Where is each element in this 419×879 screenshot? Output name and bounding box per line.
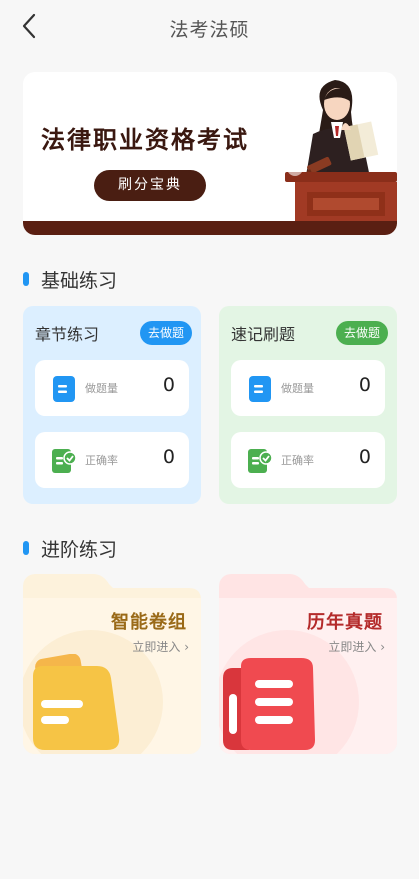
stat-question-count: 做题量 0 (231, 360, 385, 416)
stat-value: 0 (358, 374, 371, 396)
stat-value: 0 (162, 446, 175, 468)
enter-link[interactable]: 立即进入 › (132, 638, 189, 655)
checklist-icon (248, 449, 272, 473)
folder-icon (33, 654, 120, 750)
card-title: 智能卷组 (111, 612, 187, 633)
advanced-section-title: 进阶练习 (41, 538, 118, 561)
card-title: 章节练习 (35, 325, 100, 344)
banner-footer-strip (23, 221, 397, 235)
chapter-practice-card[interactable]: 章节练习 去做题 做题量 0 正确率 0 (23, 306, 201, 504)
quick-memo-card[interactable]: 速记刷题 去做题 做题量 0 正确率 0 (219, 306, 397, 504)
card-title: 速记刷题 (231, 325, 296, 344)
go-practice-button[interactable]: 去做题 (140, 321, 192, 345)
folder-icon (223, 658, 315, 750)
document-icon (249, 376, 271, 402)
stat-label: 做题量 (85, 382, 118, 395)
stat-value: 0 (162, 374, 175, 396)
banner-button[interactable]: 刷分宝典 (94, 170, 206, 201)
judge-illustration (285, 80, 397, 224)
exam-banner[interactable]: 法律职业资格考试 刷分宝典 (23, 72, 397, 235)
go-practice-button[interactable]: 去做题 (336, 321, 388, 345)
top-bar: 法考法硕 (0, 0, 419, 54)
page-title: 法考法硕 (169, 19, 250, 41)
advanced-section-header: 进阶练习 (23, 536, 118, 561)
stat-label: 做题量 (281, 382, 314, 395)
checklist-icon (52, 449, 76, 473)
basic-section-title: 基础练习 (41, 269, 118, 292)
section-marker (23, 272, 29, 286)
document-icon (53, 376, 75, 402)
stat-accuracy: 正确率 0 (35, 432, 189, 488)
past-exams-card[interactable]: 历年真题 立即进入 › (219, 574, 397, 754)
stat-label: 正确率 (281, 454, 314, 467)
stat-label: 正确率 (85, 454, 118, 467)
stat-value: 0 (358, 446, 371, 468)
smart-paper-card[interactable]: 智能卷组 立即进入 › (23, 574, 201, 754)
card-title: 历年真题 (307, 612, 383, 633)
stat-accuracy: 正确率 0 (231, 432, 385, 488)
section-marker (23, 541, 29, 555)
stat-question-count: 做题量 0 (35, 360, 189, 416)
banner-title: 法律职业资格考试 (41, 126, 249, 154)
enter-link[interactable]: 立即进入 › (328, 638, 385, 655)
basic-section-header: 基础练习 (23, 267, 118, 292)
